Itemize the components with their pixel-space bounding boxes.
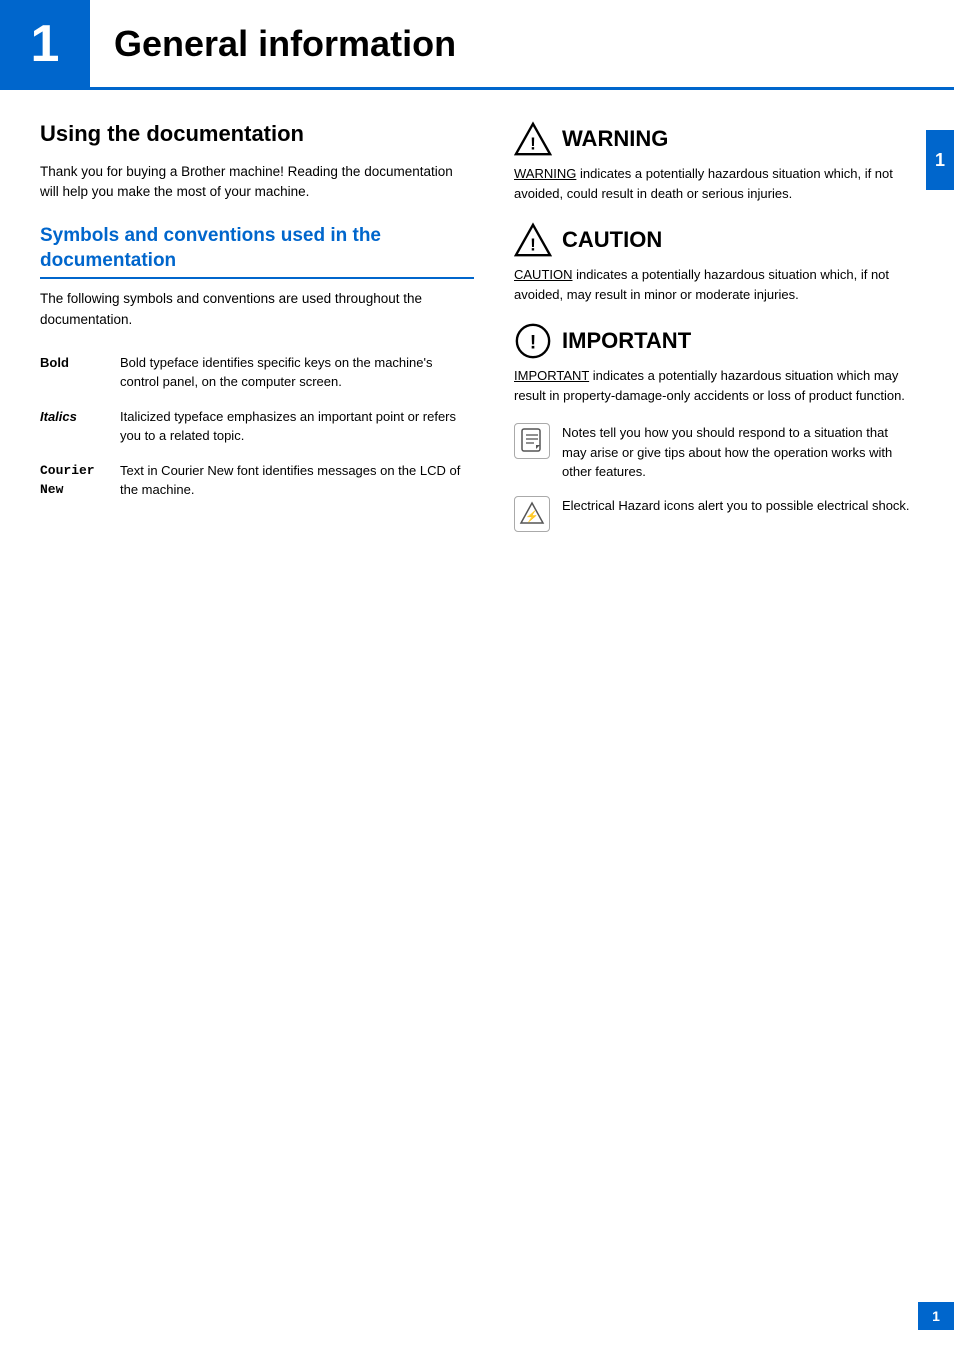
desc-bold: Bold typeface identifies specific keys o… xyxy=(120,348,474,402)
following-text: The following symbols and conventions ar… xyxy=(40,289,474,330)
side-tab-label: 1 xyxy=(935,150,945,171)
chapter-title-box: General information xyxy=(90,0,456,87)
convention-table: Bold Bold typeface identifies specific k… xyxy=(40,348,474,510)
warning-text: WARNING indicates a potentially hazardou… xyxy=(514,164,914,203)
svg-text:!: ! xyxy=(530,235,536,254)
caution-header: ! CAUTION xyxy=(514,221,914,259)
term-bold: Bold xyxy=(40,348,120,402)
caution-text: CAUTION indicates a potentially hazardou… xyxy=(514,265,914,304)
caution-underline: CAUTION xyxy=(514,267,573,282)
right-column: ! WARNING WARNING indicates a potentiall… xyxy=(514,120,914,546)
table-row: Bold Bold typeface identifies specific k… xyxy=(40,348,474,402)
warning-block: ! WARNING WARNING indicates a potentiall… xyxy=(514,120,914,203)
term-italics: Italics xyxy=(40,402,120,456)
page-header: 1 General information xyxy=(0,0,954,90)
left-column: Using the documentation Thank you for bu… xyxy=(40,120,474,546)
desc-italics: Italicized typeface emphasizes an import… xyxy=(120,402,474,456)
side-tab: 1 xyxy=(926,130,954,190)
important-text: IMPORTANT indicates a potentially hazard… xyxy=(514,366,914,405)
chapter-number-box: 1 xyxy=(0,0,90,87)
electrical-icon: ⚡ xyxy=(514,496,550,532)
page-number: 1 xyxy=(918,1302,954,1330)
desc-courier: Text in Courier New font identifies mess… xyxy=(120,456,474,510)
svg-text:!: ! xyxy=(530,134,536,153)
svg-text:⚡: ⚡ xyxy=(525,510,539,523)
notes-icon xyxy=(514,423,550,459)
important-header: ! IMPORTANT xyxy=(514,322,914,360)
warning-header: ! WARNING xyxy=(514,120,914,158)
notes-text: Notes tell you how you should respond to… xyxy=(562,423,914,482)
important-underline: IMPORTANT xyxy=(514,368,589,383)
warning-underline: WARNING xyxy=(514,166,576,181)
main-section-title: Using the documentation xyxy=(40,120,474,148)
caution-icon: ! xyxy=(514,221,552,259)
warning-title: WARNING xyxy=(562,126,668,152)
electrical-block: ⚡ Electrical Hazard icons alert you to p… xyxy=(514,496,914,532)
caution-block: ! CAUTION CAUTION indicates a potentiall… xyxy=(514,221,914,304)
notes-block: Notes tell you how you should respond to… xyxy=(514,423,914,482)
caution-title: CAUTION xyxy=(562,227,662,253)
intro-text: Thank you for buying a Brother machine! … xyxy=(40,162,474,203)
term-courier: CourierNew xyxy=(40,456,120,510)
main-content: Using the documentation Thank you for bu… xyxy=(0,90,954,586)
sub-section-title: Symbols and conventions used in the docu… xyxy=(40,224,474,279)
important-block: ! IMPORTANT IMPORTANT indicates a potent… xyxy=(514,322,914,405)
chapter-title: General information xyxy=(114,23,456,65)
table-row: Italics Italicized typeface emphasizes a… xyxy=(40,402,474,456)
note-svg xyxy=(518,427,546,455)
important-icon: ! xyxy=(514,322,552,360)
chapter-number: 1 xyxy=(31,14,60,74)
table-row: CourierNew Text in Courier New font iden… xyxy=(40,456,474,510)
electrical-text: Electrical Hazard icons alert you to pos… xyxy=(562,496,914,516)
svg-text:!: ! xyxy=(530,333,536,354)
important-title: IMPORTANT xyxy=(562,328,691,354)
electrical-svg: ⚡ xyxy=(519,501,545,527)
warning-icon: ! xyxy=(514,120,552,158)
